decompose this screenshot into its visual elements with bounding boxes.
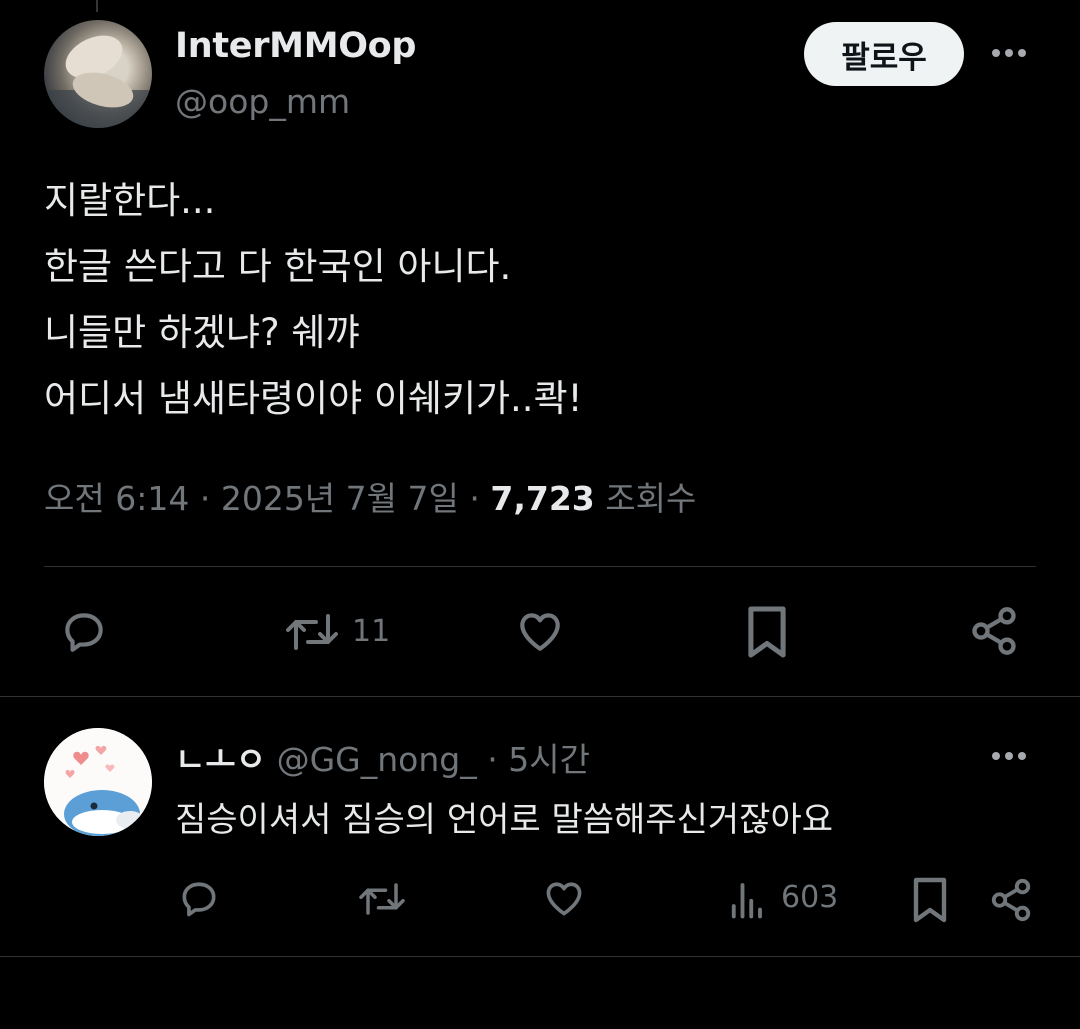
tweet-text-line: 어디서 냄새타령이야 이쉐키가..콱! (44, 377, 583, 420)
avatar[interactable] (44, 20, 152, 128)
reply-header: ㄴㅗㅇ @GG_nong_ · 5시간 (175, 733, 590, 781)
views-label: 조회수 (605, 479, 697, 518)
divider (0, 956, 1080, 957)
tweet-text-line: 니들만 하겠냐? 쉐꺄 (44, 311, 360, 354)
reply-time[interactable]: 5시간 (508, 740, 590, 779)
tweet-date[interactable]: 2025년 7월 7일 (221, 479, 459, 518)
tweet-meta: 오전 6:14 · 2025년 7월 7일 · 7,723 조회수 (44, 472, 696, 520)
share-icon[interactable] (988, 876, 1034, 924)
user-handle[interactable]: @oop_mm (175, 82, 350, 121)
tweet-time[interactable]: 오전 6:14 (44, 479, 189, 518)
retweet-icon[interactable] (356, 878, 408, 920)
views-count: 603 (781, 880, 839, 915)
display-name[interactable]: InterMMOop (175, 26, 416, 66)
tweet-text-line: 지랄한다... (44, 179, 216, 222)
retweet-count: 11 (352, 614, 391, 649)
divider (44, 566, 1036, 567)
heart-icon[interactable] (540, 876, 588, 920)
meta-separator: · (469, 479, 480, 518)
reply-handle[interactable]: @GG_nong_ (277, 740, 477, 779)
thread-connector-line (96, 0, 98, 12)
share-icon[interactable] (968, 604, 1020, 658)
tweet-text: 지랄한다... 한글 쓴다고 다 한국인 아니다. 니들만 하겠냐? 쉐꺄 어디… (44, 168, 582, 432)
heart-icon[interactable] (513, 606, 567, 656)
more-dots-icon[interactable] (992, 752, 1026, 760)
bar-chart-icon[interactable] (726, 878, 766, 920)
reply-bubble-icon[interactable] (58, 606, 110, 656)
divider (0, 696, 1080, 697)
more-dots-icon[interactable] (992, 49, 1026, 57)
reply-bubble-icon[interactable] (176, 876, 222, 920)
meta-separator: · (199, 479, 211, 518)
avatar[interactable] (44, 728, 152, 836)
reply-display-name[interactable]: ㄴㅗㅇ (175, 740, 266, 779)
reply-text: 짐승이셔서 짐승의 언어로 말씀해주신거잖아요 (175, 800, 834, 840)
retweet-icon[interactable] (282, 608, 342, 656)
tweet-text-line: 한글 쓴다고 다 한국인 아니다. (44, 245, 512, 288)
follow-button[interactable]: 팔로우 (804, 22, 964, 86)
bookmark-icon[interactable] (744, 604, 790, 660)
bookmark-icon[interactable] (910, 876, 950, 924)
meta-separator: · (487, 740, 498, 779)
views-count: 7,723 (490, 479, 595, 518)
